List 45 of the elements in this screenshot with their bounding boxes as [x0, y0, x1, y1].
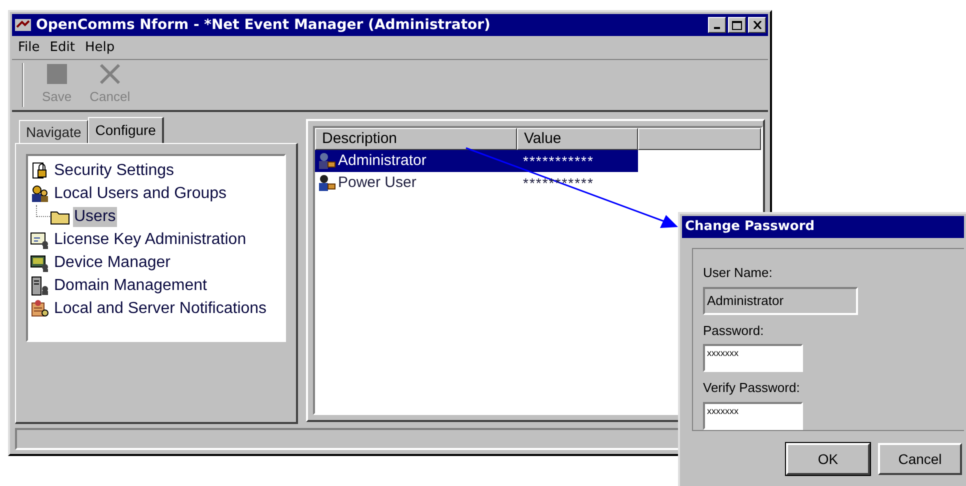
key-card-icon — [30, 230, 50, 250]
list-row[interactable]: Administrator *********** — [315, 150, 638, 172]
table-cell-text: Administrator — [338, 150, 426, 171]
square-icon — [46, 63, 68, 86]
tab[interactable]: Navigate — [19, 120, 88, 143]
column-header[interactable]: Description — [315, 128, 517, 150]
table-cell-text: *********** — [522, 152, 594, 170]
device-icon — [30, 252, 50, 272]
column-header[interactable]: Value — [517, 128, 638, 150]
input-field[interactable]: xxxxxxx — [703, 344, 803, 372]
users-icon — [30, 184, 50, 204]
user-icon — [317, 151, 337, 171]
maximize-button[interactable] — [728, 17, 746, 33]
server-icon — [30, 276, 50, 296]
tree-item[interactable]: License Key Administration — [53, 230, 248, 250]
folder-icon — [50, 208, 70, 224]
tree-item[interactable]: Device Manager — [53, 252, 172, 272]
field-label: Password: — [703, 322, 765, 340]
menu-item[interactable]: Help — [84, 38, 115, 58]
cancel-button[interactable]: Cancel — [878, 443, 962, 475]
tree-item[interactable]: Users — [73, 206, 117, 226]
tree-item[interactable]: Local and Server Notifications — [53, 298, 268, 318]
tree-item[interactable]: Local Users and Groups — [53, 184, 228, 204]
minimize-button[interactable] — [708, 17, 726, 33]
ok-button[interactable]: OK — [786, 443, 870, 475]
minimize-icon — [714, 27, 720, 29]
close-button[interactable] — [748, 17, 766, 33]
tree-item[interactable]: Security Settings — [53, 160, 176, 180]
user-icon — [317, 173, 337, 193]
table-cell-text: Power User — [338, 172, 416, 193]
menu-item[interactable]: File — [18, 38, 40, 58]
close-icon — [752, 21, 762, 29]
app-icon — [14, 17, 32, 33]
field-label: User Name: — [703, 264, 774, 282]
notification-icon — [30, 298, 50, 318]
window-title: OpenComms Nform - *Net Event Manager (Administrator) — [36, 16, 492, 34]
x-icon — [98, 63, 121, 86]
tab[interactable]: Configure — [88, 117, 164, 143]
column-header[interactable] — [638, 128, 761, 150]
tree-item[interactable]: Domain Management — [53, 276, 208, 296]
input-field[interactable]: xxxxxxx — [703, 402, 803, 430]
dialog-title: Change Password — [685, 218, 815, 236]
menu-item[interactable]: Edit — [50, 38, 75, 58]
maximize-icon — [732, 20, 742, 30]
field-label: Verify Password: — [703, 379, 801, 397]
